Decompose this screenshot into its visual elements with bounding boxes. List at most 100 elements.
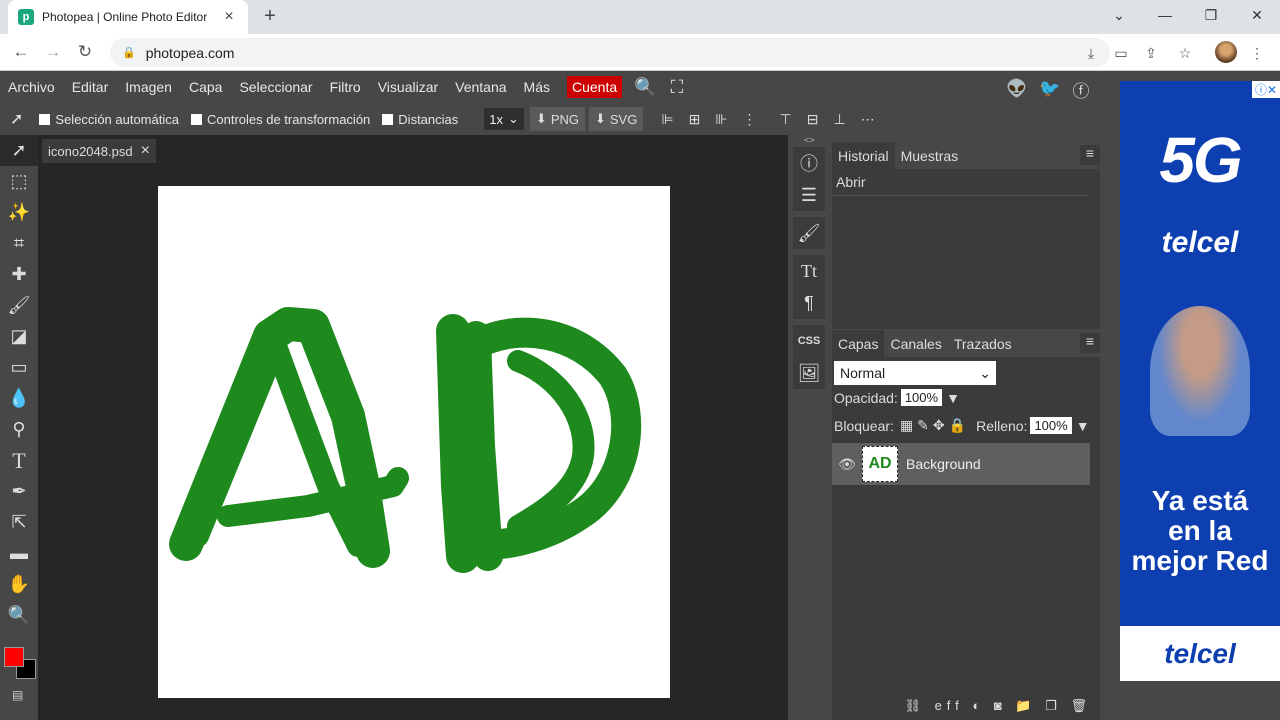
distribute-v-icon[interactable]: ⋯ [861, 111, 876, 128]
properties-icon[interactable]: ☰ [793, 179, 825, 211]
paragraph-icon[interactable]: ¶ [793, 287, 825, 319]
advertisement[interactable]: ⓘ✕ 5G telcel Ya está en la mejor Red tel… [1120, 81, 1280, 681]
foreground-color-swatch[interactable] [4, 647, 24, 667]
install-app-icon[interactable]: ⤓ [1080, 42, 1102, 64]
layer-row[interactable]: 👁 AD Background [832, 443, 1090, 485]
adjustment-layer-icon[interactable]: ◐ [972, 698, 985, 713]
lock-position-icon[interactable]: ✥ [933, 417, 945, 434]
image-panel-icon[interactable]: 🖼 [793, 357, 825, 389]
tab-capas[interactable]: Capas [832, 330, 885, 357]
menu-filtro[interactable]: Filtro [330, 79, 361, 95]
minimize-button[interactable]: — [1142, 0, 1188, 30]
layer-effects-icon[interactable]: eff [935, 698, 964, 713]
search-icon[interactable]: 🔍 [634, 77, 656, 98]
visibility-eye-icon[interactable]: 👁 [832, 456, 862, 473]
blur-tool-icon[interactable]: 💧 [0, 383, 38, 414]
fill-input[interactable]: 100% [1030, 417, 1072, 434]
twitter-icon[interactable]: 🐦 [1038, 77, 1062, 101]
export-svg-button[interactable]: ⬇ SVG [588, 107, 644, 131]
link-layers-icon[interactable]: ⛓ [904, 698, 926, 713]
new-layer-icon[interactable]: ❐ [1045, 698, 1062, 713]
image-canvas[interactable] [158, 186, 670, 698]
page-icon[interactable]: ▭ [1110, 42, 1132, 64]
layer-mask-icon[interactable]: ◙ [994, 698, 1007, 713]
css-panel-icon[interactable]: CSS [793, 325, 825, 357]
account-button[interactable]: Cuenta [567, 76, 623, 98]
info-icon[interactable]: ⓘ [793, 147, 825, 179]
align-left-icon[interactable]: ⊫ [661, 111, 674, 128]
distribute-h-icon[interactable]: ⋮ [743, 111, 758, 128]
export-png-button[interactable]: ⬇ PNG [529, 107, 585, 131]
fullscreen-icon[interactable]: ⛶ [671, 77, 684, 98]
align-bottom-icon[interactable]: ⊥ [833, 111, 846, 128]
auto-select-checkbox[interactable] [39, 113, 51, 125]
close-window-button[interactable]: ✕ [1234, 0, 1280, 30]
brush-tool-icon[interactable]: 🖌 [0, 290, 38, 321]
align-center-icon[interactable]: ⊞ [689, 111, 702, 128]
fill-dropdown-icon[interactable]: ▼ [1076, 418, 1090, 434]
shape-tool-icon[interactable]: ▬ [0, 538, 38, 569]
menu-capa[interactable]: Capa [189, 79, 222, 95]
history-entry[interactable]: Abrir [832, 169, 1088, 196]
quick-mask-icon[interactable]: ▤ [12, 688, 23, 702]
healing-brush-tool-icon[interactable]: ✚ [0, 259, 38, 290]
menu-editar[interactable]: Editar [72, 79, 109, 95]
menu-ventana[interactable]: Ventana [455, 79, 506, 95]
menu-mas[interactable]: Más [524, 79, 550, 95]
marquee-tool-icon[interactable]: ⬚ [0, 166, 38, 197]
address-bar[interactable]: 🔒 photopea.com [110, 38, 1110, 67]
zoom-select[interactable]: 1x ⌄ [484, 108, 524, 130]
dodge-tool-icon[interactable]: ⚲ [0, 414, 38, 445]
brush-settings-icon[interactable]: 🖌 [793, 217, 825, 249]
zoom-tool-icon[interactable]: 🔍 [0, 600, 38, 631]
reload-icon[interactable]: ↻ [72, 39, 98, 65]
align-top-icon[interactable]: ⊤ [780, 111, 793, 128]
bookmark-star-icon[interactable]: ☆ [1174, 42, 1196, 64]
delete-layer-icon[interactable]: 🗑 [1070, 698, 1092, 713]
back-icon[interactable]: ← [8, 39, 34, 65]
align-right-icon[interactable]: ⊪ [715, 111, 728, 128]
tab-close-icon[interactable]: × [220, 8, 238, 26]
layers-panel-menu-icon[interactable]: ≡ [1080, 333, 1100, 353]
character-icon[interactable]: Tt [793, 255, 825, 287]
tab-historial[interactable]: Historial [832, 142, 895, 169]
move-tool-icon[interactable]: ➚ [0, 135, 38, 166]
blend-mode-select[interactable]: Normal ⌄ [834, 361, 996, 385]
tab-muestras[interactable]: Muestras [895, 142, 965, 169]
forward-icon[interactable]: → [40, 39, 66, 65]
document-tab[interactable]: icono2048.psd × [42, 139, 156, 163]
lock-pixels-icon[interactable]: ✎ [917, 417, 929, 434]
ad-choices-icon[interactable]: ⓘ✕ [1251, 81, 1280, 98]
tab-canales[interactable]: Canales [884, 330, 947, 357]
tab-search-icon[interactable]: ⌄ [1096, 0, 1142, 30]
history-panel-menu-icon[interactable]: ≡ [1080, 145, 1100, 165]
opacity-input[interactable]: 100% [900, 389, 943, 406]
menu-visualizar[interactable]: Visualizar [378, 79, 438, 95]
profile-avatar[interactable] [1215, 41, 1237, 63]
eraser-tool-icon[interactable]: ◪ [0, 321, 38, 352]
menu-imagen[interactable]: Imagen [125, 79, 172, 95]
collapse-arrows-icon[interactable]: <> [804, 135, 815, 145]
opacity-dropdown-icon[interactable]: ▼ [946, 390, 960, 406]
browser-menu-icon[interactable]: ⋮ [1246, 42, 1268, 64]
menu-archivo[interactable]: Archivo [8, 79, 55, 95]
distances-checkbox[interactable] [382, 113, 394, 125]
lock-all-icon[interactable]: 🔒 [949, 417, 966, 434]
type-tool-icon[interactable]: T [0, 445, 38, 476]
menu-seleccionar[interactable]: Seleccionar [239, 79, 312, 95]
path-select-tool-icon[interactable]: ⇱ [0, 507, 38, 538]
hand-tool-icon[interactable]: ✋ [0, 569, 38, 600]
lock-transparency-icon[interactable]: ▦ [900, 417, 913, 434]
transform-controls-checkbox[interactable] [190, 113, 202, 125]
browser-tab[interactable]: p Photopea | Online Photo Editor × [8, 0, 248, 34]
align-middle-icon[interactable]: ⊟ [807, 111, 820, 128]
magic-wand-tool-icon[interactable]: ✨ [0, 197, 38, 228]
new-tab-button[interactable]: + [258, 4, 282, 28]
gradient-tool-icon[interactable]: ▭ [0, 352, 38, 383]
crop-tool-icon[interactable]: ⌗ [0, 228, 38, 259]
restore-button[interactable]: ❐ [1188, 0, 1234, 30]
tab-trazados[interactable]: Trazados [948, 330, 1018, 357]
reddit-icon[interactable]: 👽 [1005, 77, 1029, 101]
facebook-icon[interactable]: ⓕ [1069, 77, 1093, 101]
new-group-icon[interactable]: 📁 [1015, 698, 1036, 713]
